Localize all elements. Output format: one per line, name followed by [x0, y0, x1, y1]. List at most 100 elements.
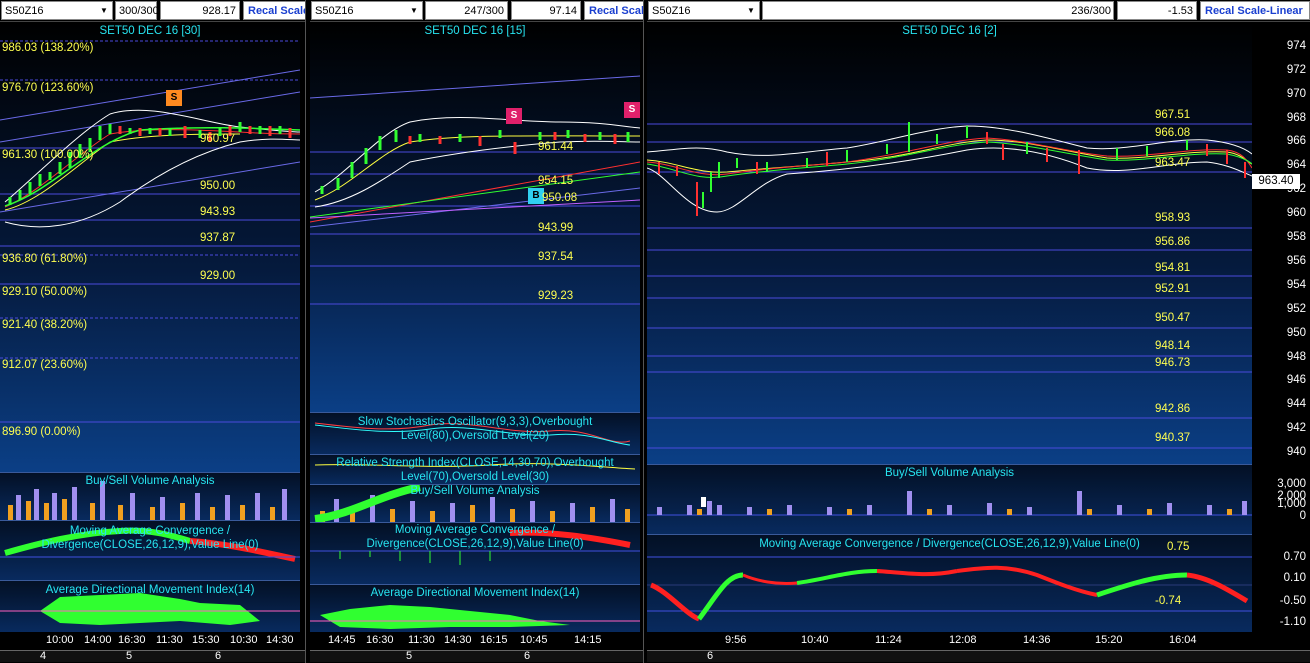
level-label: 942.86: [1155, 403, 1191, 415]
time-label: 14:30: [444, 634, 472, 646]
symbol-select[interactable]: S50Z16 ▼: [648, 1, 760, 20]
recal-scale-button[interactable]: Recal Scale: [243, 1, 305, 20]
macd-panel[interactable]: Moving Average Convergence / Divergence(…: [310, 522, 640, 584]
symbol-value: S50Z16: [5, 5, 44, 17]
day-label: 5: [406, 650, 413, 662]
adx-panel[interactable]: Average Directional Movement Index(14): [0, 580, 300, 632]
y-tick: 954: [1286, 279, 1306, 291]
macd-title: Moving Average Convergence / Divergence(…: [366, 524, 584, 550]
y-tick: 960: [1286, 207, 1306, 219]
time-label: 10:00: [46, 634, 74, 646]
symbol-value: S50Z16: [315, 5, 354, 17]
level-label: 963.47: [1155, 157, 1191, 169]
fib-label: 986.03 (138.20%): [2, 42, 94, 54]
sell-signal-marker: S: [624, 102, 640, 118]
fib-label: 921.40 (38.20%): [2, 319, 88, 331]
fib-label: 896.90 (0.00%): [2, 426, 81, 438]
panel-1-header: S50Z16 ▼ 300/300 928.17 Recal Scale: [0, 0, 305, 22]
recal-scale-button[interactable]: Recal Scale: [584, 1, 643, 20]
level-label: 937.54: [538, 251, 574, 263]
adx-title: Average Directional Movement Index(14): [45, 584, 255, 596]
fib-label: 961.30 (100.00%): [2, 149, 94, 161]
y-tick: 948: [1286, 351, 1306, 363]
level-label: 954.81: [1155, 262, 1191, 274]
time-label: 10:45: [520, 634, 548, 646]
y-tick: 3,000: [1277, 478, 1306, 490]
chevron-down-icon[interactable]: ▼: [408, 4, 420, 17]
macd-high-label: 0.75: [1167, 541, 1190, 553]
level-label: 929.23: [538, 290, 574, 302]
y-tick: 0.10: [1283, 572, 1306, 584]
y-tick: 966: [1286, 135, 1306, 147]
level-label: 940.37: [1155, 432, 1191, 444]
y-tick: 0.70: [1283, 551, 1306, 563]
level-label: 950.08: [542, 192, 578, 204]
time-label: 10:30: [230, 634, 258, 646]
volume-panel[interactable]: Buy/Sell Volume Analysis: [647, 464, 1252, 534]
level-label: 954.15: [538, 175, 574, 187]
chevron-down-icon[interactable]: ▼: [745, 4, 757, 17]
y-tick: 972: [1286, 64, 1306, 76]
recal-scale-button[interactable]: Recal Scale-Linear: [1200, 1, 1310, 20]
adx-title: Average Directional Movement Index(14): [370, 587, 580, 599]
macd-panel[interactable]: Moving Average Convergence / Divergence(…: [647, 534, 1252, 632]
rsi-panel[interactable]: Relative Strength Index(CLOSE,14,30,70),…: [310, 454, 640, 484]
price-axis[interactable]: 974 972 970 968 966 964 962 960 958 956 …: [1252, 22, 1310, 464]
price-chart[interactable]: SET50 DEC 16 [15] S S B 961.44 954.15 95…: [310, 22, 640, 412]
y-tick: 950: [1286, 327, 1306, 339]
bar-count: 247/300: [425, 1, 508, 20]
chart-panel-1: S50Z16 ▼ 300/300 928.17 Recal Scale SET5…: [0, 0, 306, 663]
time-label: 14:30: [266, 634, 294, 646]
time-label: 14:36: [1023, 634, 1051, 646]
fib-label: 936.80 (61.80%): [2, 253, 88, 265]
price-chart[interactable]: SET50 DEC 16 [2] 967.51 966.08 963.47 95…: [647, 22, 1252, 464]
y-tick: -1.10: [1279, 616, 1306, 628]
adx-panel[interactable]: Average Directional Movement Index(14): [310, 584, 640, 632]
chevron-down-icon[interactable]: ▼: [98, 4, 110, 17]
level-label: 956.86: [1155, 236, 1191, 248]
volume-title: Buy/Sell Volume Analysis: [85, 475, 215, 487]
y-tick: 944: [1286, 398, 1306, 410]
price-plot-svg: [310, 75, 640, 305]
day-label: 6: [707, 650, 714, 662]
y-tick: 0: [1299, 510, 1306, 522]
level-label: 952.91: [1155, 283, 1191, 295]
volume-panel[interactable]: Buy/Sell Volume Analysis: [310, 484, 640, 522]
stochastic-panel[interactable]: Slow Stochastics Oscillator(9,3,3),Overb…: [310, 412, 640, 454]
day-label: 6: [215, 650, 222, 662]
y-tick: 964: [1286, 159, 1306, 171]
time-label: 14:00: [84, 634, 112, 646]
price-chart[interactable]: SET50 DEC 16 [30] S 986.03 (138.20%) 976…: [0, 22, 300, 472]
time-label: 9:56: [725, 634, 747, 646]
level-label: 967.51: [1155, 109, 1191, 121]
volume-title: Buy/Sell Volume Analysis: [884, 467, 1015, 479]
time-label: 10:40: [801, 634, 829, 646]
macd-panel[interactable]: Moving Average Convergence / Divergence(…: [0, 520, 300, 580]
macd-title: Moving Average Convergence / Divergence(…: [759, 538, 1140, 550]
level-label: 958.93: [1155, 212, 1191, 224]
macd-low-label: -0.74: [1155, 595, 1182, 607]
panel-3-header: S50Z16 ▼ 236/300 -1.53 Recal Scale-Linea…: [647, 0, 1310, 22]
rsi-title: Relative Strength Index(CLOSE,14,30,70),…: [336, 457, 614, 483]
y-tick: 968: [1286, 112, 1306, 124]
time-label: 11:24: [875, 634, 902, 646]
time-label: 16:30: [366, 634, 394, 646]
symbol-select[interactable]: S50Z16 ▼: [1, 1, 113, 20]
y-tick: 958: [1286, 231, 1306, 243]
time-label: 11:30: [156, 634, 183, 646]
bar-count: 236/300: [762, 1, 1114, 20]
panel-2-header: S50Z16 ▼ 247/300 97.14 Recal Scale: [310, 0, 643, 22]
time-label: 12:08: [949, 634, 977, 646]
chart-panel-2: S50Z16 ▼ 247/300 97.14 Recal Scale SET50…: [310, 0, 644, 663]
day-label: 5: [126, 650, 133, 662]
volume-panel[interactable]: Buy/Sell Volume Analysis: [0, 472, 300, 520]
symbol-select[interactable]: S50Z16 ▼: [311, 1, 423, 20]
time-label: 15:30: [192, 634, 220, 646]
macd-axis: 0.70 0.10 -0.50 -1.10: [1252, 534, 1310, 632]
y-tick: 974: [1286, 40, 1306, 52]
symbol-value: S50Z16: [652, 5, 691, 17]
time-label: 14:45: [328, 634, 356, 646]
time-label: 15:20: [1095, 634, 1123, 646]
chart-panel-3: S50Z16 ▼ 236/300 -1.53 Recal Scale-Linea…: [647, 0, 1310, 663]
y-tick: -0.50: [1279, 595, 1306, 607]
